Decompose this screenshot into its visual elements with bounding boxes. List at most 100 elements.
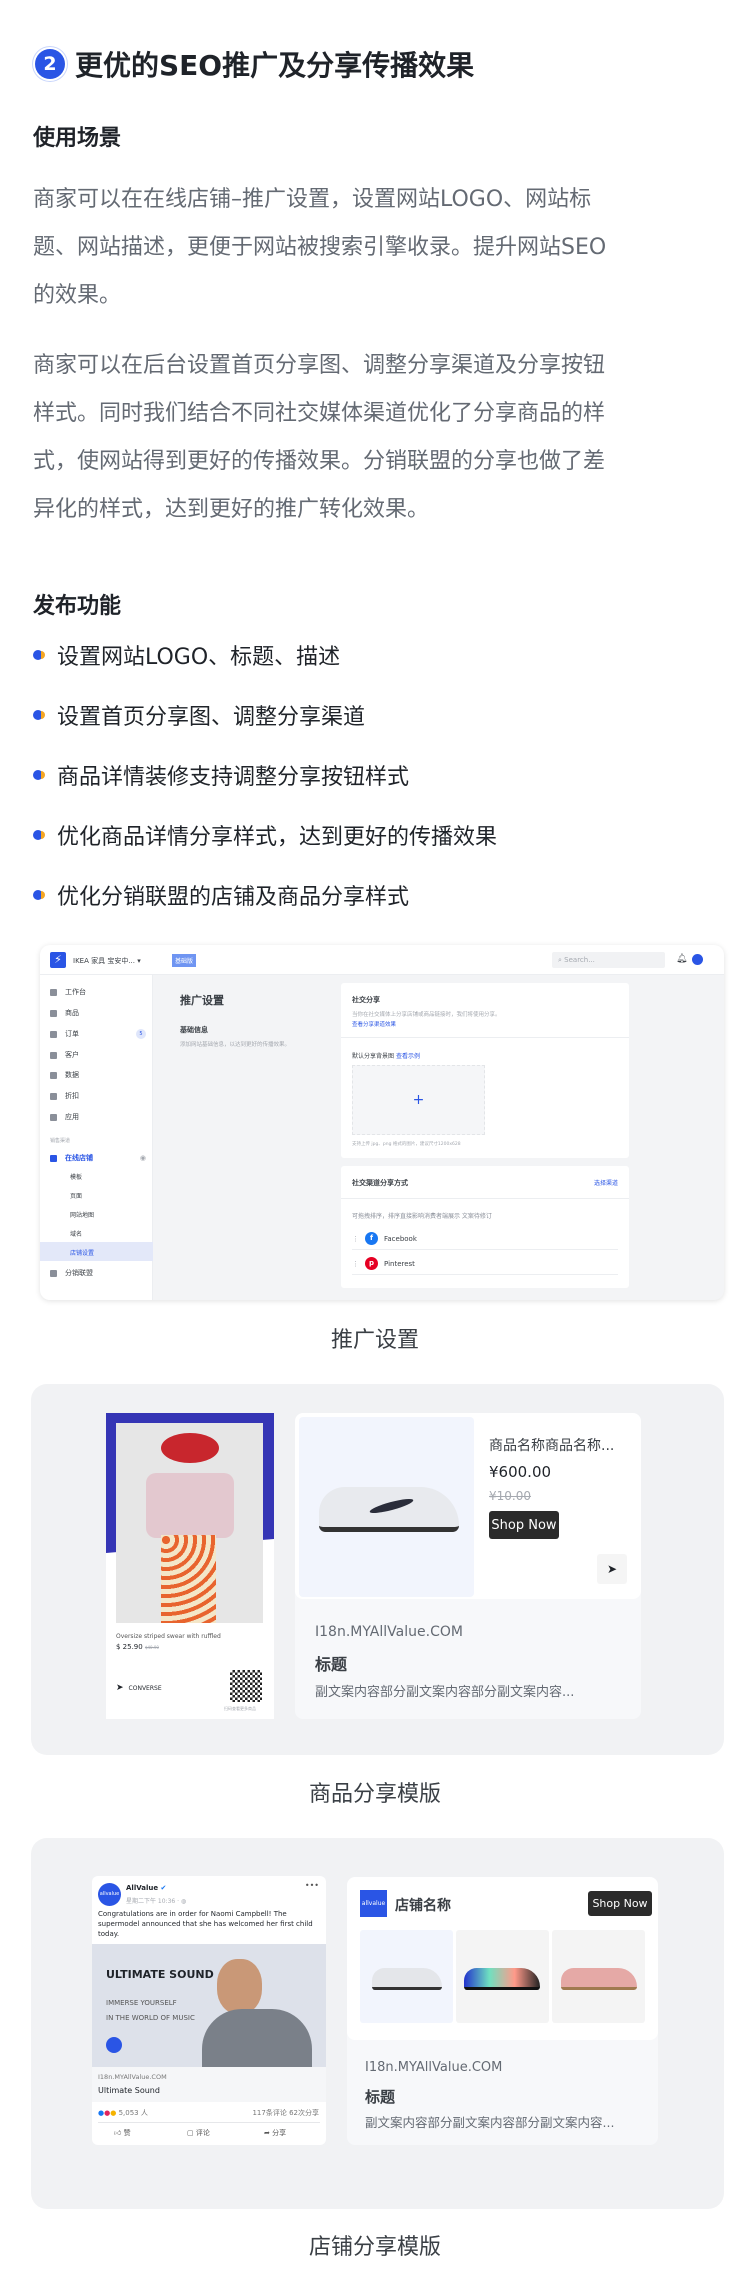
label: 订单 <box>65 1030 79 1038</box>
product-old-price: ¥10.00 <box>489 1489 531 1503</box>
feature-text: 设置网站LOGO、标题、描述 <box>57 645 341 670</box>
sidebar-subitem-store-settings[interactable]: 店铺设置 <box>70 1248 94 1257</box>
store-link-card: allvalue 店铺名称 Shop Now I18n.MYAllValue.C… <box>347 1877 658 2145</box>
basic-info-title: 基础信息 <box>180 1026 208 1034</box>
product-price: ¥600.00 <box>489 1463 552 1481</box>
section-title: 2 更优的SEO推广及分享传播效果 <box>35 44 474 84</box>
section-number-badge: 2 <box>35 49 65 79</box>
avatar[interactable] <box>692 954 703 965</box>
sidebar-subitem-domain[interactable]: 域名 <box>70 1229 82 1238</box>
reaction-count[interactable]: 5,053 人 <box>119 2109 148 2117</box>
page-name[interactable]: AllValue <box>126 1884 158 1892</box>
store-switcher[interactable]: IKEA 家具 宝安中... ▾ <box>73 956 141 966</box>
sidebar-item-discounts[interactable]: 折扣 <box>50 1090 79 1102</box>
line: 异化的样式，达到更好的推广转化效果。 <box>33 497 430 522</box>
comment-button[interactable]: ▢ 评论 <box>187 2128 210 2138</box>
ad-line: IMMERSE YOURSELF <box>106 1999 177 2007</box>
share-icon: ➦ <box>264 2129 270 2137</box>
eye-icon[interactable]: ◉ <box>140 1154 146 1162</box>
shop-now-button[interactable]: Shop Now <box>489 1511 559 1539</box>
channels-desc: 可拖拽排序，排序直接影响消费者端展示 文案待修订 <box>352 1213 492 1220</box>
bell-icon[interactable]: 🔔︎ <box>676 954 687 964</box>
plus-icon: + <box>412 1092 425 1108</box>
sidebar-item-affiliate[interactable]: 分销联盟 <box>50 1267 93 1279</box>
line: 商家可以在后台设置首页分享图、调整分享渠道及分享按钮 <box>33 353 606 378</box>
label: 折扣 <box>65 1092 79 1100</box>
sidebar: 工作台 商品 订单 5 客户 数据 折扣 应用 销售渠道 在线店铺 ◉ 模板 页面 … <box>40 975 153 1300</box>
sidebar-item-data[interactable]: 数据 <box>50 1069 79 1081</box>
link-url: I18n.MYAllValue.COM <box>98 2073 167 2081</box>
drag-handle-icon[interactable]: ⋮ <box>352 1260 359 1268</box>
product-photo <box>116 1423 263 1623</box>
channel-row-facebook[interactable]: ⋮ f Facebook <box>352 1228 618 1250</box>
link-title: 标题 <box>365 2088 396 2106</box>
line: 的效果。 <box>33 283 122 308</box>
social-share-card: 社交分享 当你在社交媒体上分享店铺或商品链接时，我们将使用分享。 查看分享渠道效… <box>341 983 629 1158</box>
feature-item: 优化分销联盟的店铺及商品分享样式 <box>33 875 409 915</box>
label: 工作台 <box>65 988 86 996</box>
upload-image-button[interactable]: + <box>352 1065 485 1135</box>
discount-icon <box>50 1092 57 1100</box>
view-example-link[interactable]: 查看示例 <box>396 1053 420 1060</box>
sneaker-shape <box>464 1968 540 1990</box>
post-time: 星期二下午 10:36 · <box>126 1898 181 1905</box>
bullet-icon <box>33 830 45 840</box>
ad-line: IN THE WORLD OF MUSIC <box>106 2014 195 2022</box>
comment-icon: ▢ <box>187 2129 194 2137</box>
channel-row-pinterest[interactable]: ⋮ p Pinterest <box>352 1253 618 1275</box>
feature-item: 优化商品详情分享样式，达到更好的传播效果 <box>33 815 497 855</box>
poster-price: $ 25.90 <box>116 1643 143 1651</box>
feature-text: 商品详情装修支持调整分享按钮样式 <box>57 765 410 790</box>
sidebar-subitem-sitemap[interactable]: 网站地图 <box>70 1210 94 1219</box>
usage-paragraph-2: 商家可以在后台设置首页分享图、调整分享渠道及分享按钮 样式。同时我们结合不同社交… <box>33 342 723 534</box>
bullet-icon <box>33 890 45 900</box>
more-icon[interactable]: ••• <box>305 1881 319 1890</box>
sidebar-item-workbench[interactable]: 工作台 <box>50 986 86 998</box>
caption-promotion-settings: 推广设置 <box>330 1328 419 1353</box>
store-name: IKEA 家具 宝安中... <box>73 957 135 965</box>
share-count[interactable]: 62次分享 <box>289 2109 319 2117</box>
admin-header: ⚡ IKEA 家具 宝安中... ▾ 基础版 ⌕ Search... 🔔︎ <box>40 945 724 975</box>
sidebar-item-customers[interactable]: 客户 <box>50 1049 79 1061</box>
divider <box>98 2122 320 2123</box>
share-button[interactable]: ➦ 分享 <box>264 2128 286 2138</box>
card-desc: 当你在社交媒体上分享店铺或商品链接时，我们将使用分享。 <box>352 1012 501 1018</box>
divider <box>341 1037 629 1038</box>
feature-item: 商品详情装修支持调整分享按钮样式 <box>33 755 409 795</box>
card-title: 社交渠道分享方式 <box>352 1179 408 1187</box>
line: 题、网站描述，更便于网站被搜索引擎收录。提升网站SEO <box>33 235 607 260</box>
sidebar-subitem-pages[interactable]: 页面 <box>70 1191 82 1200</box>
link-preview[interactable]: I18n.MYAllValue.COM Ultimate Sound <box>92 2067 326 2102</box>
facebook-post-card: allvalue AllValue ✔ 星期二下午 10:36 · ◍ ••• … <box>92 1876 326 2145</box>
view-effect-link[interactable]: 查看分享渠道效果 <box>352 1020 396 1028</box>
upload-hint: 支持上传 jpg、png 格式的图片，建议尺寸1200x628 <box>352 1142 461 1147</box>
feature-item: 设置网站LOGO、标题、描述 <box>33 635 340 675</box>
brand-name: CONVERSE <box>128 1684 162 1692</box>
allvalue-avatar: allvalue <box>98 1883 121 1906</box>
product-thumb-white-sneaker <box>360 1930 453 2023</box>
bg-image-label: 默认分享背景图 <box>352 1053 395 1060</box>
pinterest-icon: p <box>365 1257 378 1270</box>
sidebar-item-products[interactable]: 商品 <box>50 1007 79 1019</box>
man-shirt-shape <box>202 2009 312 2067</box>
comment-count[interactable]: 117条评论 <box>252 2109 286 2117</box>
product-link-card: 商品名称商品名称... ¥600.00 ¥10.00 Shop Now ➤ I1… <box>295 1413 641 1719</box>
page-title: 推广设置 <box>180 994 224 1007</box>
store-logo: allvalue <box>360 1890 387 1917</box>
lightning-logo-icon: ⚡ <box>50 952 66 968</box>
product-poster: Oversize striped swear with ruffled $ 25… <box>106 1413 274 1719</box>
card-title: 社交分享 <box>352 996 380 1004</box>
sidebar-item-orders[interactable]: 订单 5 <box>50 1028 146 1040</box>
search-input[interactable]: ⌕ Search... <box>552 952 665 968</box>
sidebar-item-online-store[interactable]: 在线店铺 ◉ <box>50 1152 146 1164</box>
label: 分销联盟 <box>65 1269 93 1277</box>
shop-now-button[interactable]: Shop Now <box>588 1891 652 1916</box>
globe-icon: ◍ <box>180 1898 187 1905</box>
sidebar-subitem-templates[interactable]: 模板 <box>70 1172 82 1181</box>
search-icon: ⌕ <box>558 956 562 964</box>
like-button[interactable]: 👍︎ 赞 <box>114 2128 131 2138</box>
sidebar-item-apps[interactable]: 应用 <box>50 1111 79 1123</box>
select-channels-link[interactable]: 选择渠道 <box>594 1178 618 1187</box>
bag-icon <box>50 1009 57 1017</box>
drag-handle-icon[interactable]: ⋮ <box>352 1235 359 1243</box>
